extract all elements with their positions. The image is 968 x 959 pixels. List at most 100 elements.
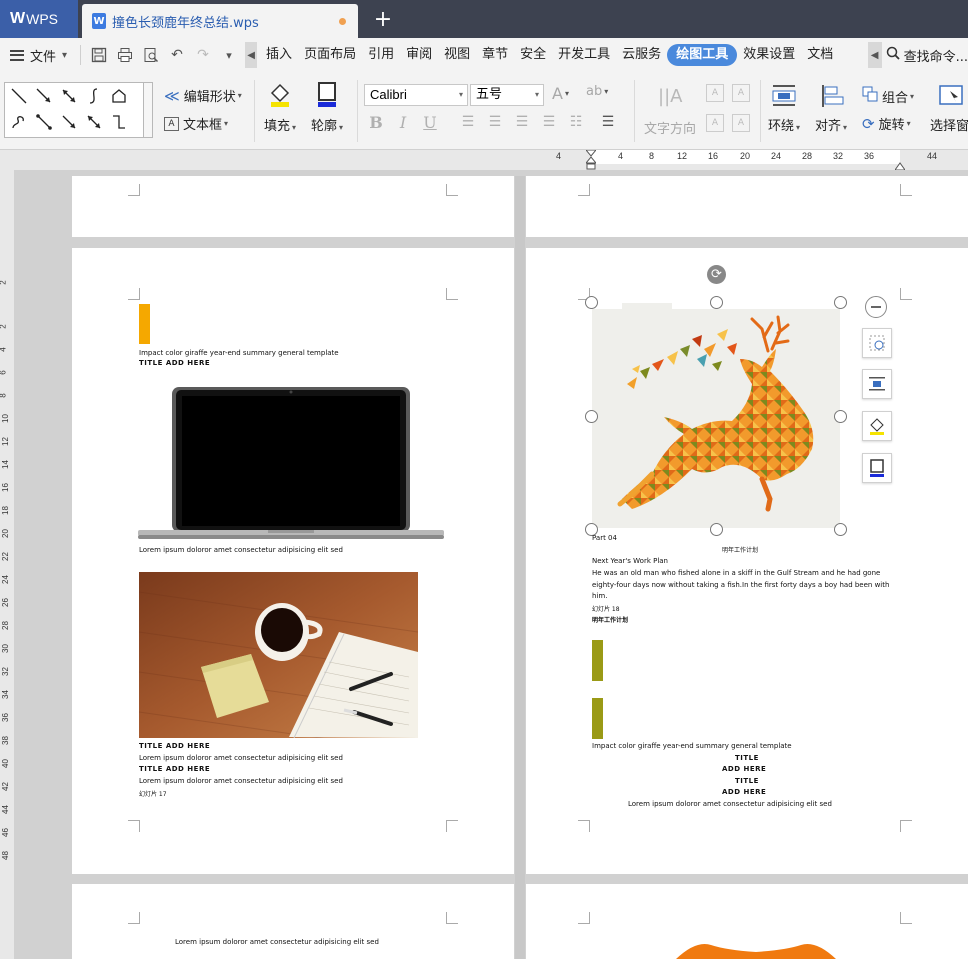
page-top-left[interactable] [72, 176, 514, 237]
menu-effects[interactable]: 效果设置 [737, 44, 801, 66]
resize-handle[interactable] [585, 296, 598, 309]
connector-shape-icon[interactable] [33, 111, 55, 133]
line-spacing-icon[interactable]: ☰ [598, 112, 618, 132]
menu-references[interactable]: 引用 [362, 44, 400, 66]
page-top-right[interactable] [526, 176, 968, 237]
align-button[interactable]: 对齐 ▾ [815, 82, 847, 134]
font-size-select[interactable]: 五号 ▾ [470, 84, 544, 106]
layout-options-icon[interactable] [862, 328, 892, 358]
menu-scroll-left-button[interactable]: ◀ [245, 42, 258, 68]
double-arrow-connector-icon[interactable] [83, 111, 105, 133]
text-direction-button[interactable]: ||A 文字方向 [644, 82, 696, 137]
page-bottom-left[interactable]: Lorem ipsum doloror amet consectetur adi… [72, 884, 514, 959]
text-box-button[interactable]: A 文本框 ▾ [164, 114, 228, 133]
freeform-shape-icon[interactable] [108, 85, 130, 107]
app-name: WPS [26, 11, 58, 27]
zoom-out-icon[interactable] [865, 296, 887, 318]
page-right[interactable]: ⟳ Part 04 明年工作计划 Next Year's Work Plan H… [526, 248, 968, 874]
resize-handle[interactable] [834, 410, 847, 423]
arrow-connector-icon[interactable] [58, 111, 80, 133]
underline-icon[interactable]: U [420, 112, 440, 132]
shape-gallery [4, 82, 144, 138]
chevron-down-icon: ▾ [237, 91, 242, 100]
menu-security[interactable]: 安全 [514, 44, 552, 66]
menu-page-layout[interactable]: 页面布局 [298, 44, 362, 66]
indent-marker[interactable] [584, 149, 598, 170]
italic-icon[interactable]: I [393, 112, 413, 132]
font-name-select[interactable]: Calibri ▾ [364, 84, 468, 106]
wrap-text-icon[interactable] [862, 369, 892, 399]
save-icon[interactable] [89, 45, 109, 65]
line-shape-icon[interactable] [8, 85, 30, 107]
align-left-icon[interactable]: ☰ [458, 112, 478, 132]
command-search[interactable]: ◀ 查找命令... [867, 42, 968, 68]
rotate-handle-icon[interactable]: ⟳ [707, 265, 726, 284]
wps-home-tab[interactable]: W WPS [0, 0, 78, 38]
menu-scroll-right-button[interactable]: ◀ [867, 42, 882, 68]
crop-mark [900, 288, 912, 300]
curve-shape-icon[interactable] [83, 85, 105, 107]
menu-view[interactable]: 视图 [438, 44, 476, 66]
text-align-top-icon[interactable]: A [706, 84, 724, 102]
font-size-value: 五号 [476, 87, 503, 102]
scribble-shape-icon[interactable] [8, 111, 30, 133]
resize-handle[interactable] [834, 296, 847, 309]
menu-developer[interactable]: 开发工具 [552, 44, 616, 66]
gallery-scrollbar[interactable] [143, 82, 153, 138]
justify-icon[interactable]: ☰ [539, 112, 559, 132]
menu-cloud[interactable]: 云服务 [616, 44, 667, 66]
new-tab-button[interactable]: + [368, 4, 398, 34]
group-button[interactable]: 组合 ▾ [862, 86, 914, 106]
resize-handle[interactable] [710, 296, 723, 309]
fill-bucket-icon[interactable] [862, 411, 892, 441]
search-icon [886, 46, 900, 64]
text-wrap-icon[interactable]: A [732, 114, 750, 132]
menu-insert[interactable]: 插入 [260, 44, 298, 66]
undo-icon[interactable]: ↶ [167, 45, 187, 65]
edit-shape-button[interactable]: ≪ 编辑形状 ▾ [164, 86, 242, 106]
wrap-button[interactable]: 环绕 ▾ [768, 82, 800, 134]
fill-button[interactable]: 填充 ▾ [264, 80, 296, 134]
crop-mark [128, 288, 140, 300]
menu-chapter[interactable]: 章节 [476, 44, 514, 66]
outline-icon[interactable] [862, 453, 892, 483]
highlight-icon: ab [586, 84, 603, 99]
print-icon[interactable] [115, 45, 135, 65]
coffee-desk-photo[interactable] [139, 572, 418, 738]
distribute-icon[interactable]: ☷ [566, 112, 586, 132]
selection-pane-label: 选择窗 [930, 119, 968, 134]
highlight-button[interactable]: ab ▾ [586, 84, 608, 99]
rotate-button[interactable]: ⟳ 旋转 ▾ [862, 114, 911, 134]
menu-review[interactable]: 审阅 [400, 44, 438, 66]
divider [634, 80, 635, 142]
elbow-connector-icon[interactable] [108, 111, 130, 133]
deer-illustration[interactable] [592, 303, 840, 528]
selection-pane-button[interactable]: 选择窗 [930, 82, 968, 134]
resize-handle[interactable] [834, 523, 847, 536]
file-menu[interactable]: 文件 ▾ [0, 38, 75, 72]
right-indent-marker[interactable] [894, 156, 906, 171]
align-center-icon[interactable]: ☰ [485, 112, 505, 132]
print-preview-icon[interactable] [141, 45, 161, 65]
double-arrow-shape-icon[interactable] [58, 85, 80, 107]
align-right-icon[interactable]: ☰ [512, 112, 532, 132]
menu-document[interactable]: 文档 [801, 44, 839, 66]
page-bottom-right[interactable] [526, 884, 968, 959]
quick-access-more-icon[interactable]: ▾ [219, 45, 239, 65]
resize-handle[interactable] [585, 410, 598, 423]
vertical-ruler[interactable] [0, 170, 14, 959]
ruler-tick: 20 [0, 529, 10, 538]
menu-drawing-tools[interactable]: 绘图工具 [667, 44, 738, 66]
font-color-button[interactable]: A ▾ [552, 84, 569, 103]
laptop-image[interactable] [138, 385, 444, 541]
page-left[interactable]: Impact color giraffe year-end summary ge… [72, 248, 514, 874]
text-fit-icon[interactable]: A [732, 84, 750, 102]
bold-icon[interactable]: B [366, 112, 386, 132]
outline-button[interactable]: 轮廓 ▾ [311, 80, 343, 134]
ruler-tick: 44 [927, 151, 938, 161]
document-tab[interactable]: W 撞色长颈鹿年终总结.wps [82, 4, 358, 38]
resize-handle[interactable] [710, 523, 723, 536]
arrow-shape-icon[interactable] [33, 85, 55, 107]
text-align-middle-icon[interactable]: A [706, 114, 724, 132]
redo-icon[interactable]: ↷ [193, 45, 213, 65]
